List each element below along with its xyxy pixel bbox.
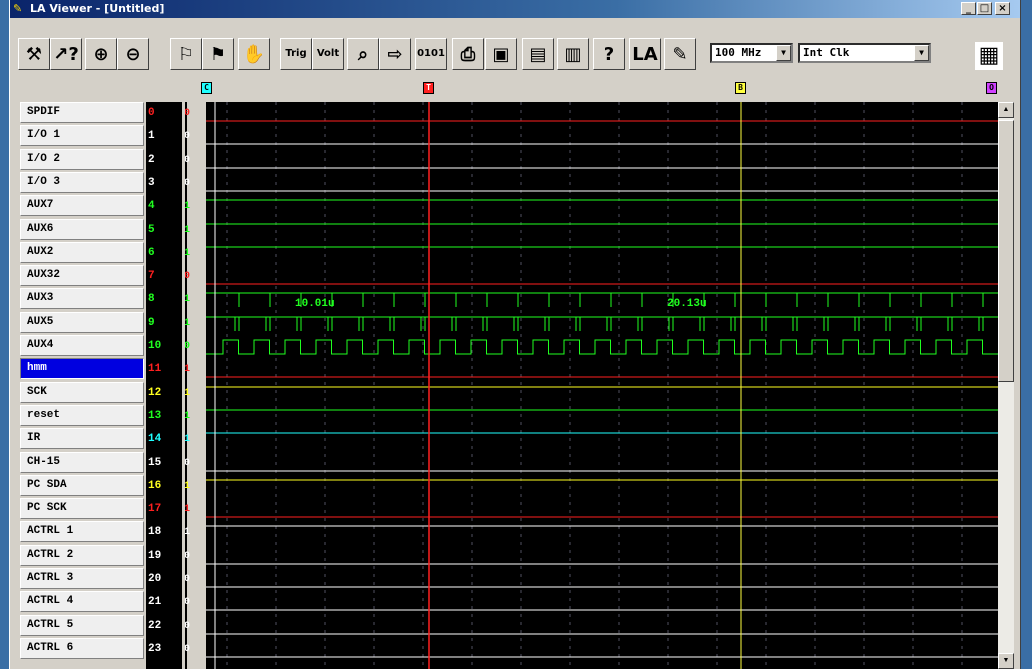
window-title: LA Viewer - [Untitled] <box>30 2 165 15</box>
channel-name-5[interactable]: AUX6 <box>20 219 144 240</box>
channel-name-19[interactable]: ACTRL 2 <box>20 545 144 566</box>
channel-name-10[interactable]: AUX4 <box>20 335 144 356</box>
channel-number: 23 <box>148 643 162 655</box>
marker-bar: C T B O <box>10 78 1020 98</box>
scroll-up-icon[interactable]: ▲ <box>998 102 1014 118</box>
channel-number: 2 <box>148 154 155 166</box>
notepad-icon[interactable]: ✎ <box>664 38 696 70</box>
channel-number: 14 <box>148 433 162 445</box>
cursor-c-marker[interactable]: C <box>201 82 212 94</box>
channel-number: 18 <box>148 526 162 538</box>
channel-name-13[interactable]: reset <box>20 405 144 426</box>
clock-source-select[interactable]: Int Clk ▼ <box>798 43 931 63</box>
chip-icon[interactable]: ▦ <box>975 42 1003 70</box>
printer-icon[interactable]: ⎙ <box>452 38 484 70</box>
channel-name-1[interactable]: I/O 1 <box>20 125 144 146</box>
monitor-icon[interactable]: ▤ <box>522 38 554 70</box>
close-button[interactable]: × <box>995 2 1010 15</box>
channel-number: 22 <box>148 620 162 632</box>
channel-name-12[interactable]: SCK <box>20 382 144 403</box>
minimize-button[interactable]: _ <box>961 2 976 15</box>
channel-name-16[interactable]: PC SDA <box>20 475 144 496</box>
trigger-marker[interactable]: T <box>423 82 434 94</box>
channel-name-11[interactable]: hmm <box>20 358 144 379</box>
vertical-scrollbar[interactable]: ▲ ▼ <box>998 102 1014 669</box>
channel-name-8[interactable]: AUX3 <box>20 288 144 309</box>
channel-number: 3 <box>148 177 155 189</box>
search-waveform-icon[interactable]: ⌕ <box>347 38 379 70</box>
hand-pan-icon[interactable]: ✋ <box>238 38 270 70</box>
channel-name-18[interactable]: ACTRL 1 <box>20 521 144 542</box>
measurement-label: 20.13u <box>667 298 707 310</box>
channel-number: 7 <box>148 270 155 282</box>
channel-name-17[interactable]: PC SCK <box>20 498 144 519</box>
channel-name-0[interactable]: SPDIF <box>20 102 144 123</box>
la-viewer-window: ✎ LA Viewer - [Untitled] _ □ × ⚒ ↗? ⊕ ⊖ ⚐ ⚑ ✋ T… <box>9 0 1021 669</box>
cursor-b-marker[interactable]: B <box>735 82 746 94</box>
channel-number: 12 <box>148 387 162 399</box>
channel-number: 16 <box>148 480 162 492</box>
channel-number: 6 <box>148 247 155 259</box>
maximize-button[interactable]: □ <box>977 2 992 15</box>
tools-icon[interactable]: ⚒ <box>18 38 50 70</box>
toolbar: ⚒ ↗? ⊕ ⊖ ⚐ ⚑ ✋ Trig Volt ⌕ ⇨ 0101 ⎙ ▣ ▤ ▥? LA ✎ 100 MHz ▼… <box>10 18 1020 78</box>
trigger-icon[interactable]: Trig <box>280 38 312 70</box>
channel-name-20[interactable]: ACTRL 3 <box>20 568 144 589</box>
measurement-label: 10.01u <box>295 298 335 310</box>
channel-name-23[interactable]: ACTRL 6 <box>20 638 144 659</box>
channel-name-4[interactable]: AUX7 <box>20 195 144 216</box>
channel-name-2[interactable]: I/O 2 <box>20 149 144 170</box>
channel-name-9[interactable]: AUX5 <box>20 312 144 333</box>
channel-number: 10 <box>148 340 162 352</box>
channel-number: 13 <box>148 410 162 422</box>
chevron-down-icon[interactable]: ▼ <box>914 45 929 61</box>
channel-number: 8 <box>148 293 155 305</box>
channel-number-column: 0 0 1 0 2 0 3 0 4 1 5 1 6 1 7 0 8 1 9 1 10 0 11 1 12 1 13 1 14 1 15 0 16… <box>146 102 190 669</box>
channel-name-7[interactable]: AUX32 <box>20 265 144 286</box>
run-stop-icon[interactable]: ⚑ <box>202 38 234 70</box>
channel-number: 21 <box>148 596 162 608</box>
scroll-down-icon[interactable]: ▼ <box>998 653 1014 669</box>
channel-name-14[interactable]: IR <box>20 428 144 449</box>
channel-name-22[interactable]: ACTRL 5 <box>20 615 144 636</box>
channel-name-6[interactable]: AUX2 <box>20 242 144 263</box>
channel-number: 17 <box>148 503 162 515</box>
app-icon: ✎ <box>13 2 23 15</box>
channel-number: 5 <box>148 224 155 236</box>
channel-name-21[interactable]: ACTRL 4 <box>20 591 144 612</box>
clock-source-value: Int Clk <box>803 46 850 59</box>
channel-number: 4 <box>148 200 155 212</box>
help-pointer-icon[interactable]: ↗? <box>50 38 82 70</box>
search-next-icon[interactable]: ⇨ <box>379 38 411 70</box>
channel-number: 0 <box>148 107 155 119</box>
print-setup-icon[interactable]: ▥ <box>557 38 589 70</box>
channel-number: 11 <box>148 363 162 375</box>
channel-number: 19 <box>148 550 162 562</box>
sample-rate-value: 100 MHz <box>715 46 762 59</box>
channel-name-3[interactable]: I/O 3 <box>20 172 144 193</box>
zoom-in-icon[interactable]: ⊕ <box>85 38 117 70</box>
chevron-down-icon[interactable]: ▼ <box>776 45 791 61</box>
channel-number: 20 <box>148 573 162 585</box>
sample-rate-select[interactable]: 100 MHz ▼ <box>710 43 793 63</box>
channel-number: 1 <box>148 130 155 142</box>
run-icon[interactable]: ⚐ <box>170 38 202 70</box>
voltage-icon[interactable]: Volt <box>312 38 344 70</box>
title-bar[interactable]: ✎ LA Viewer - [Untitled] _ □ × <box>10 0 1020 18</box>
la-logo-icon[interactable]: LA <box>629 38 661 70</box>
scroll-thumb[interactable] <box>998 120 1014 382</box>
channel-number: 15 <box>148 457 162 469</box>
column-divider <box>200 102 206 669</box>
waveform-background <box>206 102 998 669</box>
channel-number: 9 <box>148 317 155 329</box>
help-book-icon[interactable]: ? <box>593 38 625 70</box>
channel-name-15[interactable]: CH-15 <box>20 452 144 473</box>
cursor-o-marker[interactable]: O <box>986 82 997 94</box>
board-icon[interactable]: ▣ <box>485 38 517 70</box>
pattern-0101-icon[interactable]: 0101 <box>415 38 447 70</box>
zoom-out-icon[interactable]: ⊖ <box>117 38 149 70</box>
waveform-trace <box>206 339 998 355</box>
column-divider <box>182 102 185 669</box>
